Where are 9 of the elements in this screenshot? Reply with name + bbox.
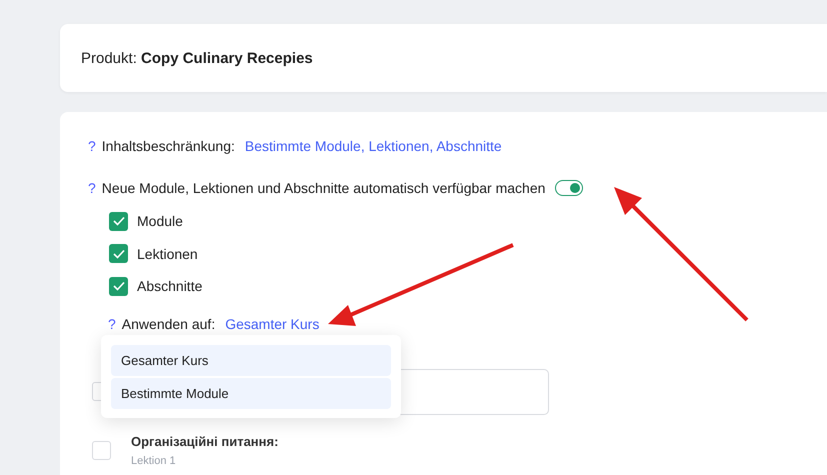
product-title: Produkt: Copy Culinary Recepies (81, 50, 313, 66)
checkbox-label: Lektionen (137, 246, 198, 262)
lesson-subtitle: Lektion 1 (131, 455, 177, 467)
restriction-label: Inhaltsbeschränkung: (102, 138, 235, 154)
checkbox-label: Module (137, 213, 183, 230)
auto-available-label: Neue Module, Lektionen und Abschnitte automatisch verfügbar machen (102, 180, 546, 196)
lesson-title: Організаційні питання: (131, 434, 278, 449)
apply-to-label: Anwenden auf: (122, 316, 216, 332)
checkbox-label: Abschnitte (137, 278, 202, 294)
